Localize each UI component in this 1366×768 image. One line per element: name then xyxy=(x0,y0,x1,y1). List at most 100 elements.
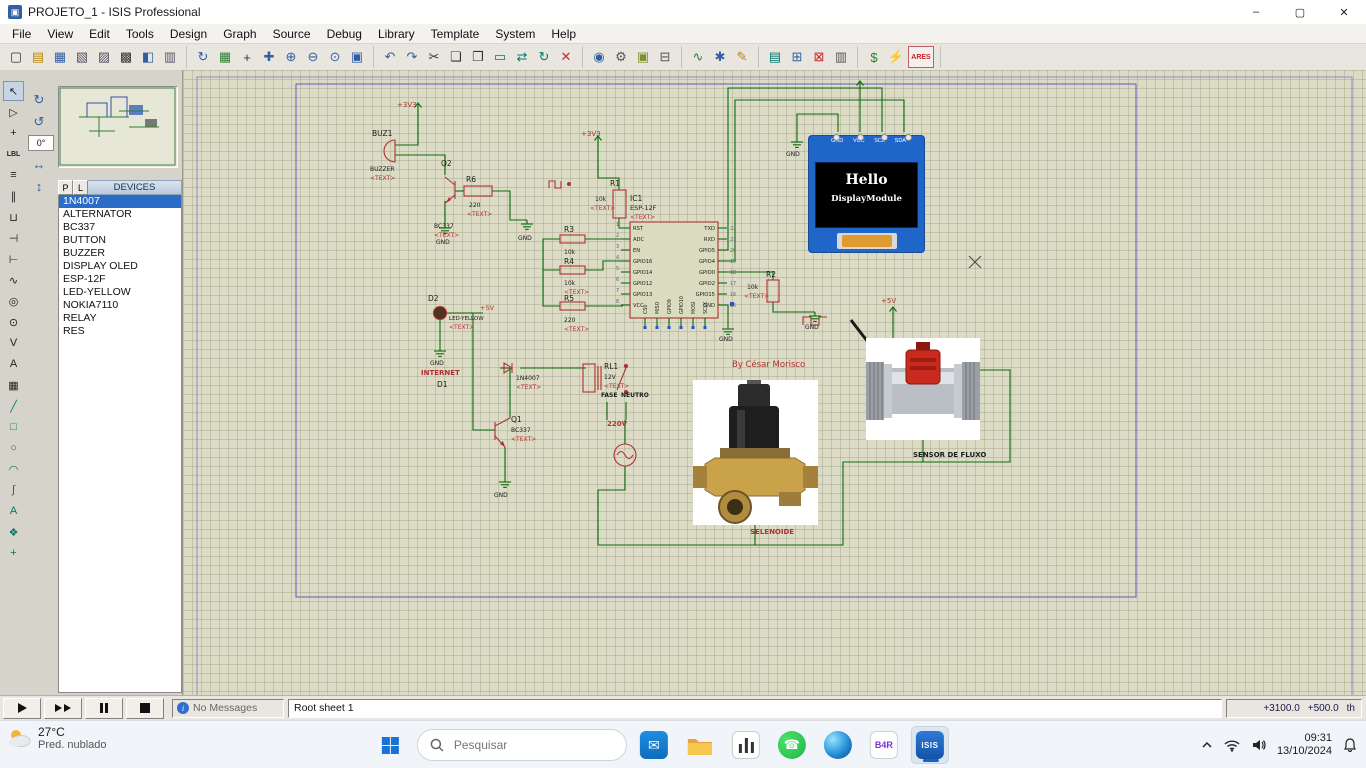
flow-sensor-image[interactable] xyxy=(866,338,980,440)
menu-view[interactable]: View xyxy=(39,24,81,44)
block-rotate[interactable]: ↻ xyxy=(534,47,554,67)
zoom-all[interactable]: ⊙ xyxy=(325,47,345,67)
menu-edit[interactable]: Edit xyxy=(81,24,118,44)
resistor-r5[interactable] xyxy=(560,302,585,310)
search-input[interactable] xyxy=(452,737,606,753)
taskbar-clock[interactable]: 09:31 13/10/2024 xyxy=(1277,732,1332,758)
device-item[interactable]: BUZZER xyxy=(59,247,181,260)
markers-mode[interactable]: + xyxy=(3,543,24,563)
taskbar-search[interactable] xyxy=(417,729,627,761)
centre-at-cursor[interactable]: ✚ xyxy=(259,47,279,67)
buses-mode[interactable]: ∥ xyxy=(3,186,24,206)
junction-dot-mode[interactable]: + xyxy=(3,123,24,143)
mirror-vertical-icon[interactable]: ↕ xyxy=(28,176,50,196)
import-section[interactable]: ▧ xyxy=(72,47,92,67)
maximize-button[interactable]: ▢ xyxy=(1278,0,1322,24)
decompose[interactable]: ⊟ xyxy=(655,47,675,67)
print-design[interactable]: ▩ xyxy=(116,47,136,67)
property-assignment[interactable]: ✎ xyxy=(732,47,752,67)
simulation-stop-button[interactable] xyxy=(126,698,164,719)
volume-icon[interactable] xyxy=(1251,738,1267,752)
graph-mode[interactable]: ∿ xyxy=(3,270,24,290)
menu-design[interactable]: Design xyxy=(162,24,215,44)
taskbar-app-edge[interactable] xyxy=(819,726,857,764)
device-item[interactable]: DISPLAY OLED xyxy=(59,260,181,273)
menu-graph[interactable]: Graph xyxy=(215,24,264,44)
start-button[interactable] xyxy=(371,726,409,764)
device-item[interactable]: RELAY xyxy=(59,312,181,325)
transistor-q2[interactable] xyxy=(445,177,455,203)
generator-mode[interactable]: ⊙ xyxy=(3,312,24,332)
cut[interactable]: ✂ xyxy=(424,47,444,67)
device-item[interactable]: ESP-12F xyxy=(59,273,181,286)
resistor-r3[interactable] xyxy=(560,235,585,243)
wire[interactable] xyxy=(773,302,815,312)
device-item[interactable]: RES xyxy=(59,325,181,338)
menu-template[interactable]: Template xyxy=(423,24,488,44)
wire[interactable] xyxy=(395,155,445,175)
2d-symbol-mode[interactable]: ❖ xyxy=(3,522,24,542)
menu-file[interactable]: File xyxy=(4,24,39,44)
notifications-icon[interactable] xyxy=(1342,737,1358,753)
2d-path-mode[interactable]: ∫ xyxy=(3,480,24,500)
2d-box-mode[interactable]: □ xyxy=(3,417,24,437)
resistor-r4[interactable] xyxy=(560,266,585,274)
mirror-horizontal-icon[interactable]: ↔ xyxy=(28,154,50,174)
copy[interactable]: ❏ xyxy=(446,47,466,67)
open-design[interactable]: ▤ xyxy=(28,47,48,67)
bill-of-materials[interactable]: $ xyxy=(864,47,884,67)
pick-device[interactable]: ◉ xyxy=(589,47,609,67)
make-device[interactable]: ⚙ xyxy=(611,47,631,67)
overview-minimap[interactable] xyxy=(58,86,178,168)
export-graphics[interactable]: ▥ xyxy=(160,47,180,67)
taskbar-app-b4r[interactable]: B4R xyxy=(865,726,903,764)
pick-devices-button[interactable]: P xyxy=(58,180,73,195)
redraw-display[interactable]: ↻ xyxy=(193,47,213,67)
2d-circle-mode[interactable]: ○ xyxy=(3,438,24,458)
taskbar-app-isis-proteus[interactable]: ISIS xyxy=(911,726,949,764)
wire[interactable] xyxy=(395,110,418,145)
taskbar-app-outlook[interactable]: ✉ xyxy=(635,726,673,764)
mark-output-area[interactable]: ◧ xyxy=(138,47,158,67)
2d-arc-mode[interactable]: ◠ xyxy=(3,459,24,479)
ac-source-220v[interactable] xyxy=(614,444,636,466)
rotate-anticlockwise-icon[interactable]: ↺ xyxy=(28,112,50,132)
device-item[interactable]: BUTTON xyxy=(59,234,181,247)
device-pins-mode[interactable]: ⊢ xyxy=(3,249,24,269)
device-list[interactable]: 1N4007ALTERNATORBC337BUTTONBUZZERDISPLAY… xyxy=(58,195,182,693)
selection-mode[interactable]: ↖ xyxy=(3,81,24,101)
resistor-r6[interactable] xyxy=(464,186,492,196)
wire-autorouter[interactable]: ∿ xyxy=(688,47,708,67)
simulation-step-button[interactable] xyxy=(44,698,82,719)
toggle-grid[interactable]: ▦ xyxy=(215,47,235,67)
led-d2[interactable] xyxy=(434,307,447,320)
export-section[interactable]: ▨ xyxy=(94,47,114,67)
oled-display-image[interactable]: GNDVCCSCLSDA Hello DisplayModule xyxy=(808,135,925,253)
2d-text-mode[interactable]: A xyxy=(3,501,24,521)
packaging-tool[interactable]: ▣ xyxy=(633,47,653,67)
2d-line-mode[interactable]: ╱ xyxy=(3,396,24,416)
goto-sheet[interactable]: ▥ xyxy=(831,47,851,67)
wire[interactable] xyxy=(598,466,625,490)
wire[interactable] xyxy=(492,191,527,220)
zoom-area[interactable]: ▣ xyxy=(347,47,367,67)
undo[interactable]: ↶ xyxy=(380,47,400,67)
save-design[interactable]: ▦ xyxy=(50,47,70,67)
component-mode[interactable]: ▷ xyxy=(3,102,24,122)
device-item[interactable]: ALTERNATOR xyxy=(59,208,181,221)
terminals-mode[interactable]: ⊣ xyxy=(3,228,24,248)
block-delete[interactable]: ✕ xyxy=(556,47,576,67)
wire[interactable] xyxy=(619,218,623,228)
new-design[interactable]: ▢ xyxy=(6,47,26,67)
library-manager-button[interactable]: L xyxy=(73,180,88,195)
redo[interactable]: ↷ xyxy=(402,47,422,67)
toggle-false-origin[interactable]: + xyxy=(237,47,257,67)
menu-system[interactable]: System xyxy=(487,24,543,44)
device-item[interactable]: BC337 xyxy=(59,221,181,234)
device-item[interactable]: 1N4007 xyxy=(59,195,181,208)
wire-label-mode[interactable]: LBL xyxy=(3,144,24,164)
menu-tools[interactable]: Tools xyxy=(118,24,162,44)
netlist-to-ares[interactable]: ARES xyxy=(908,46,934,68)
taskbar-app-audio-mixer[interactable] xyxy=(727,726,765,764)
zoom-in[interactable]: ⊕ xyxy=(281,47,301,67)
